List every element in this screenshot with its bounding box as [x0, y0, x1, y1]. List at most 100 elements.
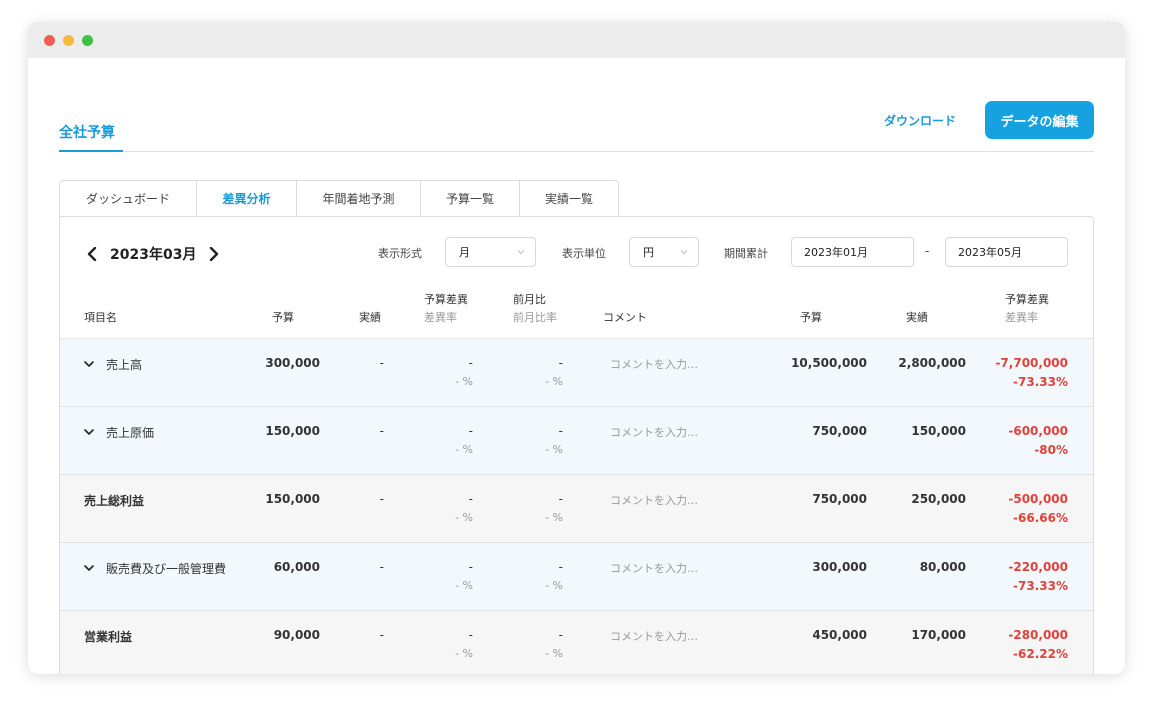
row-cum-diff-rate: -80%	[1034, 443, 1068, 457]
column-header-cum-diff-rate: 差異率	[1005, 311, 1038, 324]
chevron-left-icon[interactable]	[84, 246, 100, 262]
row-actual: -	[379, 492, 384, 506]
window-titlebar	[28, 22, 1125, 58]
row-cum-actual: 170,000	[911, 628, 966, 642]
variance-panel: 2023年03月 表示形式 月 表示単位 円 期間累計 2023年01月 - 2…	[59, 216, 1094, 674]
row-comment-input[interactable]: コメントを入力…	[610, 492, 698, 508]
row-item-name: 売上高	[106, 358, 143, 372]
row-mom: -	[558, 424, 563, 438]
display-format-select[interactable]: 月	[445, 237, 536, 267]
row-budget-diff: -	[468, 356, 473, 370]
month-navigator: 2023年03月	[84, 244, 222, 264]
column-header-budget-diff: 予算差異	[424, 293, 468, 306]
row-actual: -	[379, 424, 384, 438]
close-window-button[interactable]	[44, 35, 55, 46]
row-comment-input[interactable]: コメントを入力…	[610, 628, 698, 644]
table-row[interactable]: 売上総利益 150,000 - - - % - - % コメントを入力… 750…	[60, 475, 1093, 543]
chevron-down-icon	[517, 250, 525, 255]
row-diff-rate: - %	[455, 511, 473, 524]
row-mom-rate: - %	[545, 375, 563, 388]
row-cum-budget: 750,000	[812, 424, 867, 438]
row-mom: -	[558, 356, 563, 370]
tab-actual-list[interactable]: 実績一覧	[520, 180, 619, 217]
chevron-down-icon[interactable]	[84, 359, 94, 369]
row-mom: -	[558, 492, 563, 506]
chevron-down-icon	[680, 250, 688, 255]
row-item-name: 営業利益	[84, 630, 133, 644]
row-budget-diff: -	[468, 628, 473, 642]
row-cum-diff-rate: -66.66%	[1013, 511, 1068, 525]
app-window: 全社予算 ダウンロード データの編集 ダッシュボード 差異分析 年間着地予測 予…	[28, 22, 1125, 674]
tab-dashboard[interactable]: ダッシュボード	[59, 180, 197, 217]
row-comment-input[interactable]: コメントを入力…	[610, 424, 698, 440]
chevron-right-icon[interactable]	[206, 246, 222, 262]
row-cum-budget-diff: -7,700,000	[995, 356, 1068, 370]
row-diff-rate: - %	[455, 579, 473, 592]
period-label: 期間累計	[724, 247, 768, 260]
row-mom-rate: - %	[545, 647, 563, 660]
tab-annual-forecast[interactable]: 年間着地予測	[297, 180, 421, 217]
column-header-mom: 前月比	[513, 293, 546, 306]
column-header-cum-budget: 予算	[800, 311, 822, 324]
chevron-down-icon[interactable]	[84, 563, 94, 573]
row-cum-budget-diff: -280,000	[1008, 628, 1068, 642]
column-header-cum-actual: 実績	[906, 311, 928, 324]
row-budget-diff: -	[468, 424, 473, 438]
row-budget: 300,000	[265, 356, 320, 370]
table-row[interactable]: 売上原価 150,000 - - - % - - % コメントを入力… 750,…	[60, 407, 1093, 475]
row-cum-budget-diff: -220,000	[1008, 560, 1068, 574]
period-separator: -	[925, 244, 930, 258]
row-cum-budget: 750,000	[812, 492, 867, 506]
row-item-name: 売上原価	[106, 426, 155, 440]
row-diff-rate: - %	[455, 375, 473, 388]
header-divider	[59, 151, 1094, 152]
row-cum-budget: 10,500,000	[791, 356, 867, 370]
table-row[interactable]: 販売費及び一般管理費 60,000 - - - % - - % コメントを入力……	[60, 543, 1093, 611]
row-budget: 150,000	[265, 492, 320, 506]
row-cum-budget-diff: -600,000	[1008, 424, 1068, 438]
row-comment-input[interactable]: コメントを入力…	[610, 560, 698, 576]
row-cum-budget: 300,000	[812, 560, 867, 574]
row-cum-actual: 150,000	[911, 424, 966, 438]
row-cum-actual: 80,000	[919, 560, 966, 574]
column-header-cum-budget-diff: 予算差異	[1005, 293, 1049, 306]
row-cum-diff-rate: -73.33%	[1013, 375, 1068, 389]
row-mom-rate: - %	[545, 579, 563, 592]
row-cum-actual: 250,000	[911, 492, 966, 506]
display-unit-select[interactable]: 円	[629, 237, 699, 267]
column-header-item: 項目名	[84, 311, 117, 324]
edit-data-button[interactable]: データの編集	[985, 101, 1094, 139]
row-budget-diff: -	[468, 560, 473, 574]
row-cum-actual: 2,800,000	[898, 356, 966, 370]
row-actual: -	[379, 356, 384, 370]
table-row[interactable]: 営業利益 90,000 - - - % - - % コメントを入力… 450,0…	[60, 611, 1093, 674]
chevron-down-icon[interactable]	[84, 427, 94, 437]
column-header-diff-rate: 差異率	[424, 311, 457, 324]
page-title-underline	[59, 150, 123, 152]
row-actual: -	[379, 628, 384, 642]
tab-bar: ダッシュボード 差異分析 年間着地予測 予算一覧 実績一覧	[59, 180, 619, 217]
row-cum-budget-diff: -500,000	[1008, 492, 1068, 506]
period-start-input[interactable]: 2023年01月	[791, 237, 914, 267]
display-format-label: 表示形式	[378, 247, 422, 260]
tab-budget-list[interactable]: 予算一覧	[421, 180, 520, 217]
row-mom-rate: - %	[545, 443, 563, 456]
row-item-name: 売上総利益	[84, 494, 145, 508]
maximize-window-button[interactable]	[82, 35, 93, 46]
column-header-actual: 実績	[359, 311, 381, 324]
period-end-input[interactable]: 2023年05月	[945, 237, 1068, 267]
row-budget: 90,000	[273, 628, 320, 642]
row-mom-rate: - %	[545, 511, 563, 524]
column-header-mom-rate: 前月比率	[513, 311, 557, 324]
tab-variance-analysis[interactable]: 差異分析	[197, 180, 297, 217]
table-row[interactable]: 売上高 300,000 - - - % - - % コメントを入力… 10,50…	[60, 339, 1093, 407]
row-budget: 60,000	[273, 560, 320, 574]
download-link[interactable]: ダウンロード	[884, 112, 956, 129]
row-comment-input[interactable]: コメントを入力…	[610, 356, 698, 372]
minimize-window-button[interactable]	[63, 35, 74, 46]
current-month: 2023年03月	[110, 247, 197, 263]
row-mom: -	[558, 560, 563, 574]
row-mom: -	[558, 628, 563, 642]
row-diff-rate: - %	[455, 443, 473, 456]
row-budget-diff: -	[468, 492, 473, 506]
